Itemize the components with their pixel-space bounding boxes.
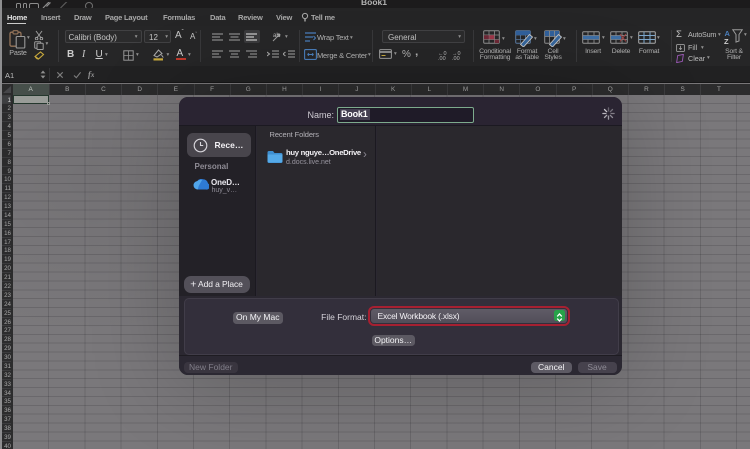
svg-text:.00: .00 (438, 56, 446, 60)
svg-text:ab: ab (273, 33, 280, 39)
svg-text:.00: .00 (452, 56, 460, 60)
